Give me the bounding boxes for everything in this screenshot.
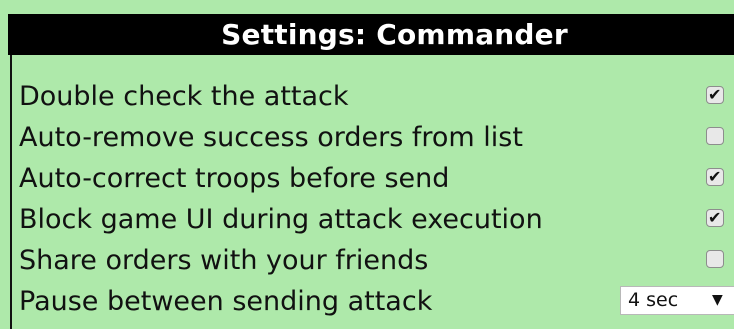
share-orders-label: Share orders with your friends <box>19 245 429 276</box>
auto-correct-label: Auto-correct troops before send <box>19 163 450 194</box>
share-orders-checkbox[interactable] <box>706 250 724 268</box>
auto-remove-checkbox[interactable] <box>706 127 724 145</box>
double-check-label: Double check the attack <box>19 81 349 112</box>
pause-select-value: 4 sec <box>628 289 679 311</box>
pause-label: Pause between sending attack <box>19 286 433 317</box>
block-ui-checkbox[interactable] <box>706 208 724 227</box>
setting-row-double-check: Double check the attack <box>17 76 734 117</box>
auto-correct-checkbox[interactable] <box>706 167 724 186</box>
block-ui-label: Block game UI during attack execution <box>19 204 543 235</box>
setting-row-share-orders: Share orders with your friends <box>17 240 734 281</box>
auto-remove-label: Auto-remove success orders from list <box>19 122 523 153</box>
caret-down-icon: ▼ <box>712 292 723 308</box>
double-check-checkbox[interactable] <box>706 85 724 104</box>
setting-row-pause: Pause between sending attack 4 sec ▼ <box>17 281 734 322</box>
pause-select[interactable]: 4 sec ▼ <box>620 286 734 315</box>
settings-title: Settings: Commander <box>8 14 734 55</box>
setting-row-auto-correct: Auto-correct troops before send <box>17 158 734 199</box>
setting-row-auto-remove: Auto-remove success orders from list <box>17 117 734 158</box>
setting-row-block-ui: Block game UI during attack execution <box>17 199 734 240</box>
